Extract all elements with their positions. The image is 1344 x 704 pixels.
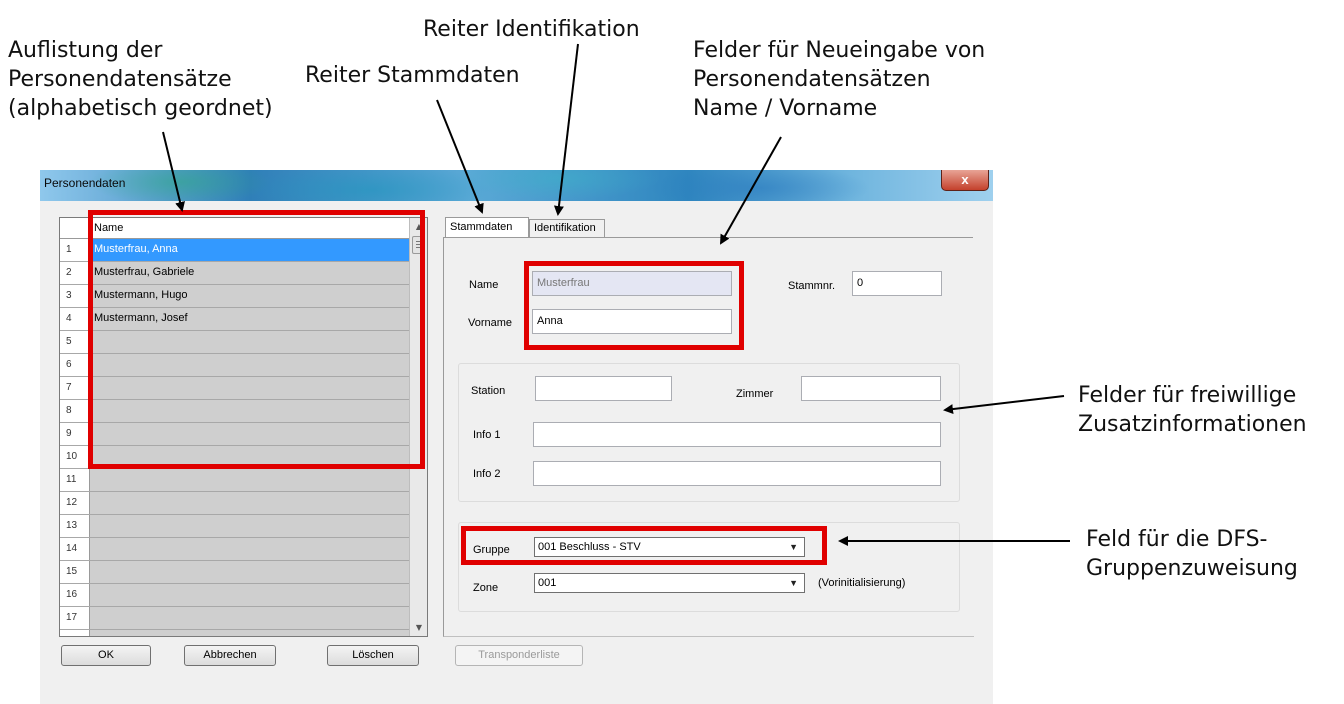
arrow-new-entry	[720, 136, 782, 245]
arrow-list	[162, 131, 185, 212]
arrow-extra-info	[943, 395, 1065, 415]
annotation-arrows	[162, 43, 1070, 546]
arrow-tab-identifikation	[553, 43, 579, 216]
arrow-tab-stammdaten	[436, 99, 484, 214]
